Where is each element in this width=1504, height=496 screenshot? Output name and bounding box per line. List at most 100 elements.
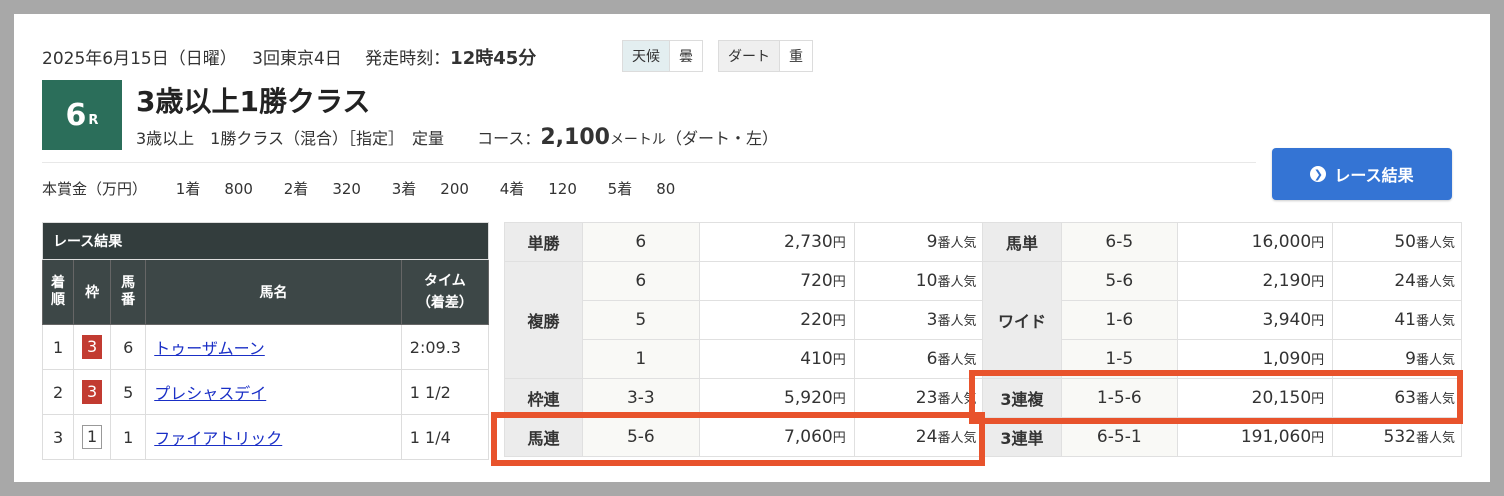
race-number-badge: 6R [42, 80, 122, 150]
payout-popularity: 23 [915, 388, 938, 408]
umaren-label: 馬連 [503, 417, 584, 457]
sanrenpuku-label: 3連複 [982, 378, 1062, 418]
payout-popularity: 24 [915, 427, 938, 447]
race-result-button[interactable]: ❯ レース結果 [1272, 148, 1452, 200]
race-conditions: 3歳以上 1勝クラス（混合）［指定］ 定量 [136, 129, 445, 148]
payout-amount: 220 [800, 310, 833, 330]
payout-popularity: 63 [1394, 388, 1416, 408]
course-label: コース： [477, 129, 541, 148]
course-detail: （ダート・左） [665, 129, 778, 148]
payout-combo: 6 [582, 261, 700, 301]
payout-amount: 3,940 [1262, 310, 1312, 330]
finish-time: 2:09.3 [400, 324, 490, 370]
prize-place: 4着 [499, 180, 525, 198]
horse-name-link[interactable]: トゥーザムーン [154, 339, 265, 358]
payout-row: 枠連 3-3 5,920円 23番人気 3連複 1-5-6 20,150円 63… [503, 378, 1462, 418]
col-rank: 着順 [41, 259, 75, 325]
col-num: 馬番 [110, 259, 147, 325]
col-waku: 枠 [73, 259, 112, 325]
results-table: レース結果 着順 枠 馬番 馬名 タイム（着差） 1 3 6 トゥーザムーン 2… [41, 222, 490, 460]
payout-row: 複勝 6 720円 10番人気 ワイド 5-6 2,190円 24番人気 [503, 261, 1462, 379]
payout-amount: 2,190 [1262, 271, 1312, 291]
horse-number: 1 [110, 414, 147, 460]
prize-money: 本賞金（万円） 1着 800 2着 320 3着 200 4着 120 5着 80 [42, 178, 701, 199]
payout-amount: 20,150 [1251, 388, 1312, 408]
payout-popularity: 41 [1394, 310, 1416, 330]
race-r-suffix: R [88, 112, 99, 128]
wakuren-label: 枠連 [503, 378, 584, 418]
horse-number: 5 [110, 369, 147, 415]
table-row: 2 3 5 プレシャスデイ 1 1/2 [41, 369, 490, 415]
chevron-right-icon: ❯ [1310, 166, 1327, 182]
race-number: 6 [65, 97, 87, 133]
payout-combo: 5-6 [1060, 261, 1179, 301]
payout-amount: 5,920 [784, 388, 833, 408]
prize-place: 1着 [175, 180, 201, 198]
payout-amount: 191,060 [1240, 427, 1312, 447]
col-time: タイム（着差） [400, 259, 490, 325]
prize-value: 80 [656, 180, 676, 198]
payout-combo: 1 [582, 339, 700, 379]
payout-combo: 1-5-6 [1060, 378, 1179, 418]
payout-combo: 6-5 [1060, 222, 1179, 262]
prize-place: 5着 [607, 180, 633, 198]
payout-popularity: 3 [926, 310, 938, 330]
payout-popularity: 6 [926, 349, 938, 369]
payout-amount: 7,060 [784, 427, 833, 447]
prize-value: 800 [224, 180, 253, 198]
race-date: 2025年6月15日（日曜） [42, 49, 237, 69]
payout-combo: 6-5-1 [1060, 417, 1179, 457]
rank: 3 [41, 414, 75, 460]
payouts-table: 単勝 6 2,730円 9番人気 馬単 6-5 16,000円 50番人気 複勝… [503, 222, 1462, 457]
payout-amount: 2,730 [784, 232, 833, 252]
prize-place: 3着 [391, 180, 417, 198]
prize-value: 200 [440, 180, 469, 198]
horse-name-link[interactable]: ファイアトリック [154, 429, 282, 448]
track-label: ダート [719, 41, 779, 71]
waku-badge: 3 [82, 380, 103, 404]
payout-combo: 5-6 [582, 417, 700, 457]
finish-margin: 1 1/2 [400, 369, 490, 415]
payout-popularity: 10 [915, 271, 938, 291]
prize-value: 120 [548, 180, 577, 198]
prize-place: 2着 [283, 180, 309, 198]
results-caption: レース結果 [42, 222, 489, 260]
header-divider [42, 162, 1256, 163]
payout-amount: 1,090 [1262, 349, 1312, 369]
payout-popularity: 9 [926, 232, 938, 252]
race-card: 2025年6月15日（日曜） 3回東京4日 発走時刻：12時45分 天候 曇 ダ… [14, 14, 1490, 482]
horse-number: 6 [110, 324, 147, 370]
rank: 2 [41, 369, 75, 415]
payout-amount: 16,000 [1251, 232, 1312, 252]
distance: 2,100 [540, 125, 610, 150]
table-row: 3 1 1 ファイアトリック 1 1/4 [41, 414, 490, 460]
payout-combo: 1-5 [1060, 339, 1179, 379]
meeting: 3回東京4日 [252, 49, 342, 69]
prize-label: 本賞金（万円） [42, 180, 148, 198]
race-result-button-label: レース結果 [1334, 166, 1414, 185]
payout-row: 単勝 6 2,730円 9番人気 馬単 6-5 16,000円 50番人気 [503, 222, 1462, 262]
race-title: 3歳以上1勝クラス [136, 85, 371, 118]
payout-combo: 6 [582, 222, 700, 262]
fukusho-label: 複勝 [503, 261, 584, 379]
track-value: 重 [779, 41, 812, 71]
prize-value: 320 [332, 180, 361, 198]
payout-combo: 5 [582, 300, 700, 340]
weather-tag: 天候 曇 [622, 40, 703, 72]
waku-badge: 1 [82, 425, 103, 449]
table-row: 1 3 6 トゥーザムーン 2:09.3 [41, 324, 490, 370]
track-tag: ダート 重 [718, 40, 813, 72]
payout-popularity: 532 [1383, 427, 1416, 447]
payout-amount: 720 [800, 271, 833, 291]
payout-popularity: 9 [1405, 349, 1416, 369]
weather-label: 天候 [623, 41, 669, 71]
payout-combo: 3-3 [582, 378, 700, 418]
distance-unit: メートル [609, 132, 666, 148]
wide-label: ワイド [982, 261, 1062, 379]
horse-name-link[interactable]: プレシャスデイ [154, 384, 266, 403]
race-date-line: 2025年6月15日（日曜） 3回東京4日 発走時刻：12時45分 [42, 44, 536, 70]
weather-value: 曇 [669, 41, 702, 71]
umatan-label: 馬単 [982, 222, 1062, 262]
payout-amount: 410 [800, 349, 833, 369]
start-time-label: 発走時刻： [365, 49, 451, 69]
